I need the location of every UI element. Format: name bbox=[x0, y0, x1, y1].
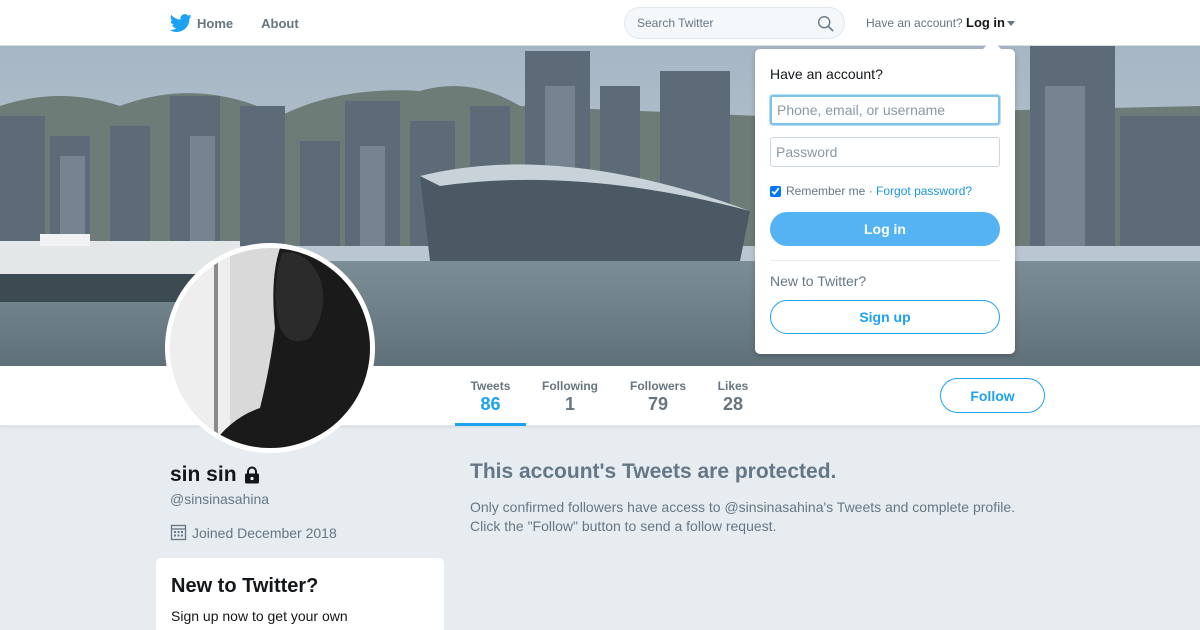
signup-button[interactable]: Sign up bbox=[770, 300, 1000, 334]
stat-likes-value: 28 bbox=[722, 394, 744, 414]
joined-text: Joined December 2018 bbox=[192, 524, 337, 541]
remember-row: Remember me · Forgot password? bbox=[770, 184, 972, 198]
protected-title: This account's Tweets are protected. bbox=[470, 460, 837, 483]
profile-handle[interactable]: @sinsinasahina bbox=[170, 491, 269, 507]
login-button[interactable]: Log in bbox=[770, 212, 1000, 246]
search-box bbox=[624, 7, 845, 39]
caret-down-icon bbox=[1007, 21, 1015, 27]
profile-name-text: sin sin bbox=[170, 463, 237, 486]
have-account-text: Have an account? bbox=[866, 16, 963, 30]
stat-followers-label: Followers bbox=[629, 379, 686, 393]
login-dropdown-heading: Have an account? bbox=[770, 66, 883, 82]
dropdown-divider bbox=[770, 260, 1000, 261]
dropdown-arrow bbox=[983, 40, 1001, 49]
stat-likes[interactable]: Likes 28 bbox=[713, 366, 753, 426]
twitter-bird-icon bbox=[170, 14, 192, 32]
avatar-image bbox=[170, 248, 370, 448]
nav-home-label: Home bbox=[197, 15, 234, 31]
stat-tweets-label: Tweets bbox=[470, 379, 511, 393]
follow-button[interactable]: Follow bbox=[940, 378, 1045, 413]
stat-followers[interactable]: Followers 79 bbox=[626, 366, 690, 426]
signup-card: New to Twitter? Sign up now to get your … bbox=[156, 558, 444, 630]
nav-left: Home About bbox=[170, 0, 299, 46]
avatar[interactable] bbox=[165, 243, 375, 453]
remember-me-label[interactable]: Remember me bbox=[786, 184, 865, 198]
search-input[interactable] bbox=[625, 8, 810, 38]
stat-tweets-value: 86 bbox=[480, 394, 501, 414]
separator-dot: · bbox=[868, 184, 873, 198]
signup-card-title: New to Twitter? bbox=[171, 575, 319, 597]
lock-icon bbox=[244, 466, 259, 484]
remember-me-checkbox[interactable] bbox=[770, 185, 781, 197]
signup-card-text: Sign up now to get your own personalized… bbox=[171, 608, 348, 630]
login-dropdown-toggle[interactable]: Log in bbox=[966, 15, 1015, 30]
forgot-password-link[interactable]: Forgot password? bbox=[876, 184, 972, 198]
password-field[interactable] bbox=[770, 137, 1000, 167]
protected-message-line-2: Click the "Follow" button to send a foll… bbox=[470, 518, 777, 534]
login-dropdown: Have an account? Remember me · Forgot pa… bbox=[755, 40, 1015, 354]
nav-home-link[interactable]: Home bbox=[170, 12, 233, 34]
new-to-twitter-text: New to Twitter? bbox=[770, 273, 867, 289]
protected-message-line-1: Only confirmed followers have access to … bbox=[470, 499, 1016, 515]
login-link-label: Log in bbox=[966, 15, 1005, 30]
search-icon[interactable] bbox=[817, 15, 834, 32]
stat-following-label: Following bbox=[542, 379, 598, 393]
profile-name: sin sin bbox=[170, 463, 261, 487]
nav-about-link[interactable]: About bbox=[261, 16, 299, 31]
joined-date: Joined December 2018 bbox=[170, 524, 337, 541]
stat-following-value: 1 bbox=[564, 394, 575, 414]
calendar-icon bbox=[170, 524, 187, 541]
stat-likes-label: Likes bbox=[717, 379, 749, 393]
stat-following[interactable]: Following 1 bbox=[538, 366, 602, 426]
username-field[interactable] bbox=[770, 95, 1000, 125]
stat-followers-value: 79 bbox=[647, 394, 669, 414]
protected-message: Only confirmed followers have access to … bbox=[470, 498, 1030, 536]
stat-tweets[interactable]: Tweets 86 bbox=[455, 366, 526, 426]
top-navigation-bar: Home About Have an account? Log in bbox=[0, 0, 1200, 46]
